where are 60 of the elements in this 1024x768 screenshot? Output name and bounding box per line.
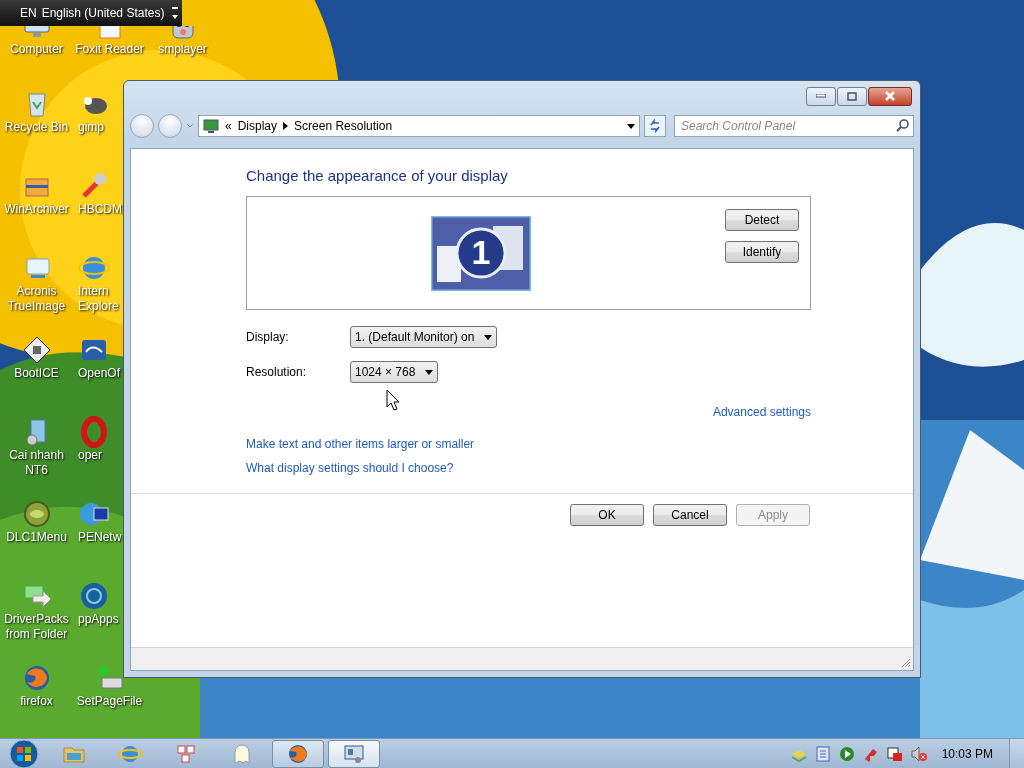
network-error-icon[interactable] <box>885 744 904 763</box>
mouse-cursor-icon <box>386 389 400 411</box>
advanced-settings-link[interactable]: Advanced settings <box>712 405 811 419</box>
close-button[interactable] <box>868 86 912 106</box>
desktop-icon-label[interactable]: PENetw <box>78 530 122 545</box>
language-bar[interactable]: EN English (United States) <box>0 0 182 26</box>
desktop-icon-label[interactable]: oper <box>78 448 122 463</box>
desktop-icon-label[interactable]: firefox <box>20 694 53 709</box>
monitor-tile[interactable] <box>431 215 531 291</box>
minimize-button[interactable] <box>806 86 836 106</box>
desktop-icon-label[interactable]: DriverPacks from Folder <box>1 612 72 642</box>
maximize-icon <box>847 91 857 101</box>
clock[interactable]: 10:03 PM <box>941 746 993 761</box>
panel-icon[interactable] <box>813 744 832 763</box>
dialog-button[interactable]: Cancel <box>653 504 727 526</box>
display-icon <box>203 118 219 134</box>
panel-button[interactable]: Identify <box>725 241 799 263</box>
sphere-icon[interactable] <box>78 580 110 612</box>
page-heading: Change the appearance of your display <box>246 167 509 184</box>
dropdown[interactable]: 1. (Default Monitor) on <box>350 326 498 348</box>
caret-icon <box>484 334 493 340</box>
help-link[interactable]: Make text and other items larger or smaller <box>246 437 475 451</box>
search-icon[interactable] <box>896 119 909 132</box>
desktop-icon-label[interactable]: Cai nhanh NT6 <box>1 448 72 478</box>
close-icon <box>884 91 896 101</box>
desktop-icon-label[interactable]: SetPageFile <box>76 694 143 709</box>
forward-button[interactable] <box>158 114 182 138</box>
refresh-icon <box>648 119 662 133</box>
breadcrumb-overflow[interactable]: « <box>225 119 232 133</box>
desktop-icon-label[interactable]: BootICE <box>14 366 59 381</box>
desktop-icon-label[interactable]: OpenOf <box>78 366 122 381</box>
desktop-icon-label[interactable]: ppApps <box>78 612 122 627</box>
back-button[interactable] <box>130 114 154 138</box>
language-code: EN <box>20 6 37 20</box>
taskbar-button[interactable] <box>328 739 380 768</box>
resize-grip-icon[interactable] <box>901 658 911 668</box>
breadcrumb[interactable]: Display <box>237 119 278 133</box>
caret-icon <box>425 369 434 375</box>
breadcrumb-arrow-icon[interactable] <box>283 122 289 130</box>
play-icon[interactable] <box>837 744 856 763</box>
search-field[interactable]: Search Control Panel <box>674 115 914 137</box>
volume-muted-icon[interactable] <box>909 744 928 763</box>
minimize-icon <box>816 94 826 98</box>
breadcrumb[interactable]: Screen Resolution <box>294 119 393 133</box>
language-name: English (United States) <box>41 6 165 20</box>
field-label: Display: <box>246 330 290 344</box>
monitor-number: 1 <box>471 231 491 272</box>
refresh-button[interactable] <box>644 115 666 137</box>
address-bar[interactable]: « Display Screen Resolution <box>198 115 640 137</box>
dropdown[interactable]: 1024 × 768 <box>350 361 439 383</box>
field-label: Resolution: <box>246 365 308 379</box>
show-desktop-button[interactable] <box>1009 738 1024 768</box>
taskbar-button[interactable] <box>272 739 324 768</box>
maximize-button[interactable] <box>837 86 867 106</box>
desktop-icon-label[interactable]: DLC1Menu <box>6 530 67 545</box>
options-icon[interactable] <box>172 6 178 20</box>
panel-button[interactable]: Detect <box>725 209 799 231</box>
dialog-button[interactable]: OK <box>570 504 644 526</box>
dropdown-caret-icon[interactable] <box>627 123 635 129</box>
help-link[interactable]: What display settings should I choose? <box>246 461 454 475</box>
